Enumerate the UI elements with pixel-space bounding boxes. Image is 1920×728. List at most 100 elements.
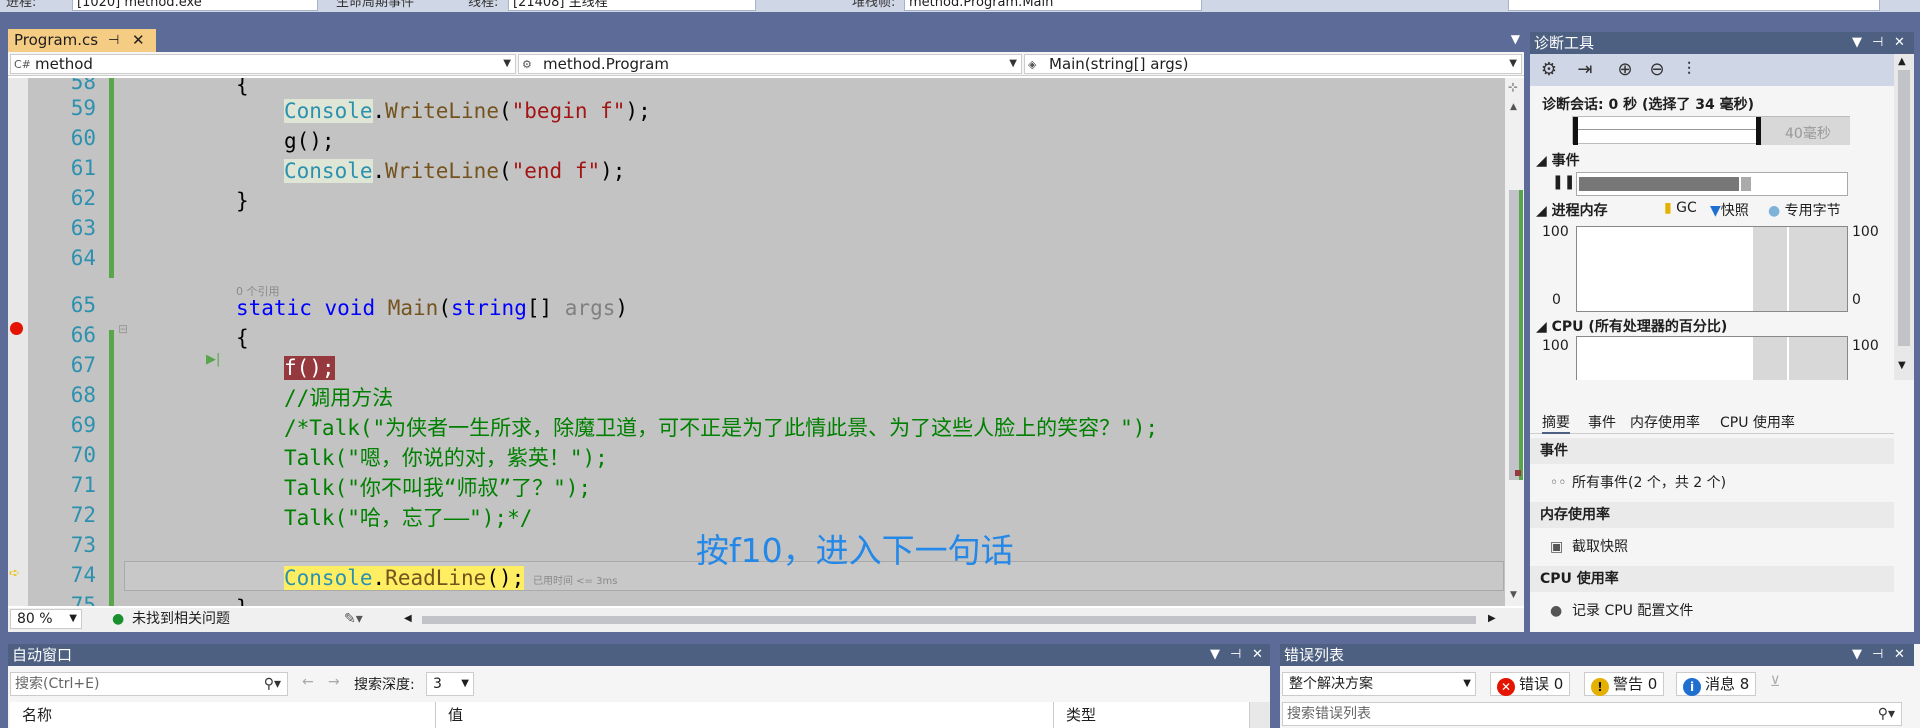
- pin-icon[interactable]: ⊣: [1230, 644, 1241, 666]
- messages-filter-button[interactable]: i 消息 8: [1676, 672, 1757, 696]
- diag-scrollbar[interactable]: ▲ ▼: [1894, 54, 1914, 380]
- close-icon[interactable]: ✕: [1894, 32, 1905, 54]
- pause-icon[interactable]: ❚❚: [1552, 174, 1575, 190]
- tab-cpu[interactable]: CPU 使用率: [1720, 412, 1795, 432]
- issues-status[interactable]: 未找到相关问题: [132, 608, 230, 630]
- events-bar-tail: [1741, 177, 1751, 191]
- scroll-right-icon[interactable]: ▶: [1488, 608, 1496, 630]
- code-line-75: }: [236, 593, 249, 606]
- split-icon[interactable]: ⊹: [1508, 80, 1518, 94]
- process-combo[interactable]: [1020] method.exe: [72, 0, 318, 11]
- project-combo[interactable]: C# method ▼: [10, 54, 516, 74]
- autos-window: 自动窗口 ▼ ⊣ ✕ 搜索(Ctrl+E) ⚲▾ ← → 搜索深度: 3 ▼ 名…: [8, 644, 1270, 728]
- gc-icon: ▮: [1664, 200, 1672, 216]
- search-icon[interactable]: ⚲▾: [264, 673, 281, 695]
- code-line-71: Talk("你不叫我“师叔”了？");: [284, 476, 592, 500]
- cleanup-icon[interactable]: ✎▾: [344, 608, 363, 630]
- close-icon[interactable]: ✕: [132, 29, 145, 52]
- horizontal-scrollbar-thumb[interactable]: [422, 616, 1476, 624]
- mem-axis-max-left: 100: [1542, 224, 1569, 240]
- zoom-out-icon[interactable]: ⊖: [1644, 58, 1670, 82]
- window-menu-icon[interactable]: ▼: [1852, 644, 1862, 666]
- quick-launch-box[interactable]: [1508, 0, 1880, 11]
- back-arrow-icon[interactable]: ←: [302, 674, 314, 690]
- window-menu-icon[interactable]: ▼: [1210, 644, 1220, 666]
- info-icon: i: [1683, 678, 1701, 696]
- window-menu-icon[interactable]: ▼: [1852, 32, 1862, 54]
- stack-frame-combo[interactable]: method.Program.Main: [904, 0, 1202, 11]
- run-to-click-icon[interactable]: ▶|: [206, 352, 220, 367]
- scroll-down-icon[interactable]: ▼: [1510, 590, 1517, 600]
- stack-frame-label: 堆栈帧:: [852, 0, 896, 10]
- timeline-ruler[interactable]: 40毫秒: [1572, 116, 1850, 145]
- line-number: 72: [70, 503, 96, 527]
- scroll-down-icon[interactable]: ▼: [1898, 360, 1906, 371]
- column-header-value[interactable]: 值: [436, 702, 1054, 728]
- scroll-up-icon[interactable]: ▲: [1510, 102, 1517, 112]
- search-depth-combo[interactable]: 3 ▼: [426, 672, 474, 696]
- scrollbar-breakpoint-marker: [1515, 470, 1521, 476]
- diag-tab-strip: 摘要 事件 内存使用率 CPU 使用率: [1530, 408, 1894, 434]
- memory-header[interactable]: ◢ 进程内存: [1536, 200, 1608, 220]
- take-snapshot-button[interactable]: ▣ 截取快照: [1550, 534, 1628, 560]
- error-icon: ✕: [1497, 678, 1515, 696]
- member-combo-value: Main(string[] args): [1049, 55, 1189, 73]
- chart-icon[interactable]: ⫶: [1676, 58, 1702, 82]
- line-number: 75: [70, 593, 96, 606]
- record-cpu-button[interactable]: ● 记录 CPU 配置文件: [1550, 598, 1693, 624]
- autos-scrollbar[interactable]: [1250, 702, 1270, 728]
- column-header-name[interactable]: 名称: [10, 702, 436, 728]
- scrollbar-thumb[interactable]: [1898, 70, 1910, 346]
- cpu-header[interactable]: ◢ CPU (所有处理器的百分比): [1536, 316, 1727, 336]
- debug-location-toolbar: 进程: [1020] method.exe 生命周期事件 线程: [21408]…: [0, 0, 1920, 12]
- lifecycle-events-button[interactable]: 生命周期事件: [336, 0, 414, 12]
- pin-icon[interactable]: ⊣: [1872, 32, 1883, 54]
- chart-unselected-shade: [1789, 337, 1847, 380]
- tab-events[interactable]: 事件: [1588, 412, 1616, 432]
- editor-vertical-scrollbar[interactable]: ⊹ ▲ ▼: [1505, 78, 1524, 606]
- thread-combo[interactable]: [21408] 主线程: [508, 0, 756, 11]
- settings-gear-icon[interactable]: ⚙: [1536, 58, 1562, 82]
- summary-memory-header: 内存使用率: [1530, 502, 1894, 528]
- code-text-area[interactable]: ➪ 58 59 60 61 62 63 64 65 66 67 68 69 70…: [8, 78, 1505, 606]
- line-number: 69: [70, 413, 96, 437]
- column-header-type[interactable]: 类型: [1054, 702, 1250, 728]
- search-icon[interactable]: ⚲▾: [1878, 703, 1895, 725]
- close-icon[interactable]: ✕: [1252, 644, 1263, 666]
- outline-collapse-icon[interactable]: ⊟: [118, 322, 128, 336]
- all-events-link[interactable]: ◦◦ 所有事件(2 个，共 2 个): [1550, 470, 1726, 496]
- breakpoint-icon[interactable]: [10, 322, 23, 335]
- events-header[interactable]: ◢ 事件: [1536, 150, 1580, 170]
- close-icon[interactable]: ✕: [1894, 644, 1905, 666]
- code-line-69: /*Talk("为侠者一生所求，除魔卫道，可不正是为了此情此景、为了这些人脸上的…: [284, 416, 1159, 440]
- scroll-up-icon[interactable]: ▲: [1898, 56, 1906, 67]
- member-combo[interactable]: ◈ Main(string[] args) ▼: [1024, 54, 1522, 74]
- export-icon[interactable]: ⇥: [1572, 58, 1598, 82]
- pin-icon[interactable]: ⊣: [108, 29, 119, 52]
- record-icon: ●: [1550, 603, 1563, 619]
- autos-search-input[interactable]: 搜索(Ctrl+E) ⚲▾: [10, 672, 288, 696]
- cpu-chart[interactable]: [1576, 336, 1848, 380]
- errors-filter-button[interactable]: ✕ 错误 0: [1490, 672, 1571, 696]
- diag-session-info: 诊断会话: 0 秒 (选择了 34 毫秒): [1542, 97, 1754, 113]
- error-list-search-input[interactable]: 搜索错误列表 ⚲▾: [1282, 702, 1902, 726]
- tab-memory[interactable]: 内存使用率: [1630, 412, 1700, 432]
- forward-arrow-icon[interactable]: →: [328, 674, 340, 690]
- glyph-margin[interactable]: ➪: [8, 78, 28, 606]
- tab-program-cs[interactable]: Program.cs ⊣ ✕: [8, 29, 156, 52]
- tab-summary[interactable]: 摘要: [1542, 412, 1570, 434]
- warnings-filter-button[interactable]: ! 警告 0: [1584, 672, 1665, 696]
- tab-dropdown-icon[interactable]: ▼: [1511, 32, 1520, 46]
- clear-filter-icon[interactable]: ⊻: [1770, 674, 1780, 690]
- document-tab-well: Program.cs ⊣ ✕ ▼: [8, 28, 1524, 52]
- memory-chart[interactable]: [1576, 226, 1848, 312]
- current-statement-arrow-icon[interactable]: ➪: [9, 566, 20, 581]
- zoom-combo[interactable]: 80 % ▼: [10, 609, 82, 629]
- pin-icon[interactable]: ⊣: [1872, 644, 1883, 666]
- scrollbar-thumb[interactable]: [1509, 190, 1519, 480]
- scroll-left-icon[interactable]: ◀: [404, 608, 412, 630]
- autos-title-bar: 自动窗口 ▼ ⊣ ✕: [8, 644, 1270, 666]
- error-scope-combo[interactable]: 整个解决方案 ▼: [1282, 672, 1476, 696]
- type-combo[interactable]: ⚙ method.Program ▼: [518, 54, 1022, 74]
- zoom-in-icon[interactable]: ⊕: [1612, 58, 1638, 82]
